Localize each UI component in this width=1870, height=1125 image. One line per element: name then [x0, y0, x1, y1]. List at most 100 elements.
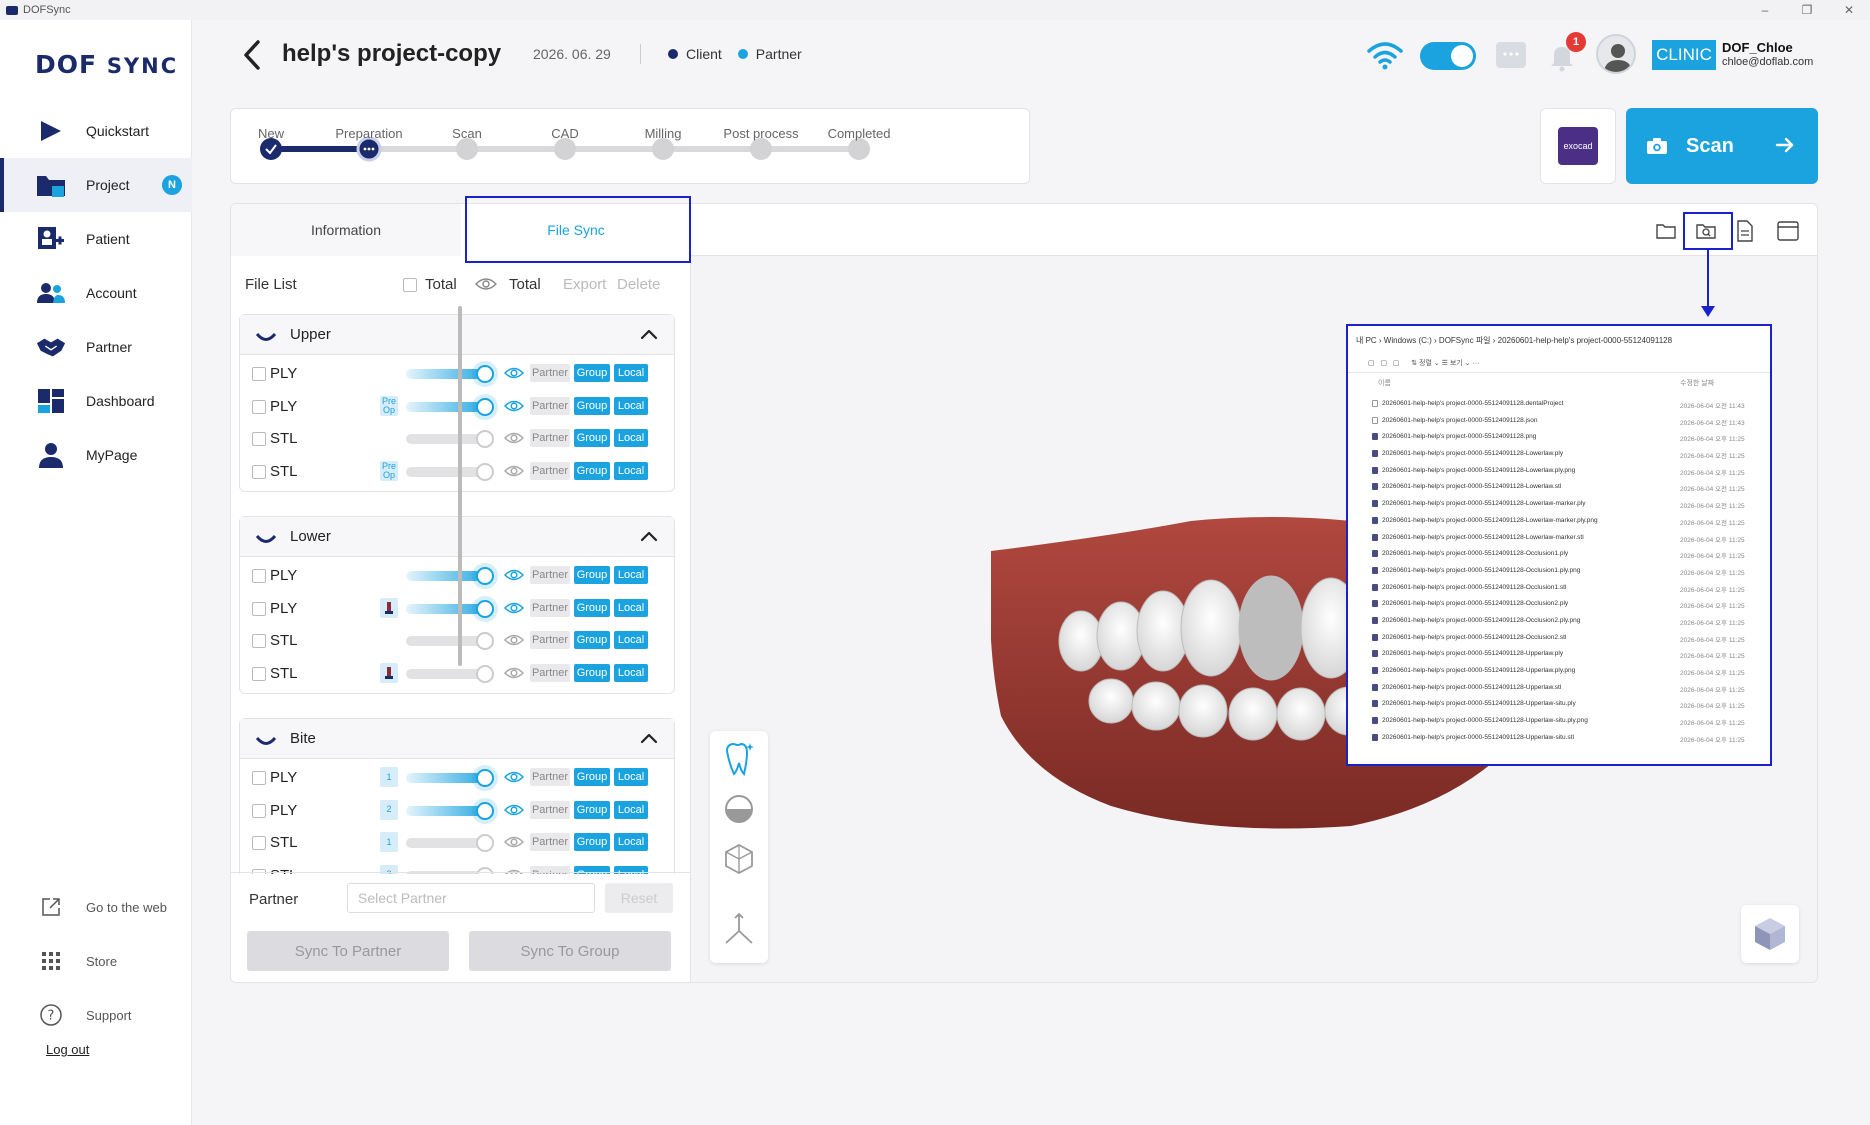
- group-sync-button[interactable]: Group: [574, 800, 610, 819]
- sync-to-group-button[interactable]: Sync To Group: [469, 931, 671, 971]
- sidebar-item-dashboard[interactable]: Dashboard: [0, 374, 192, 428]
- partner-sync-button[interactable]: Partner: [530, 833, 570, 851]
- back-arrow-icon[interactable]: [240, 38, 264, 72]
- file-checkbox[interactable]: [252, 666, 266, 681]
- visibility-slider[interactable]: [406, 769, 494, 787]
- axis-icon[interactable]: [723, 911, 755, 947]
- close-icon[interactable]: ✕: [1828, 0, 1870, 20]
- eye-icon[interactable]: [503, 601, 525, 619]
- group-sync-button[interactable]: Group: [574, 566, 610, 584]
- partner-sync-button[interactable]: Partner: [530, 429, 570, 447]
- local-sync-button[interactable]: Local: [614, 598, 648, 617]
- local-sync-button[interactable]: Local: [614, 663, 648, 682]
- file-list-scrollbar[interactable]: [458, 306, 462, 666]
- file-checkbox[interactable]: [252, 432, 266, 446]
- file-checkbox[interactable]: [252, 771, 266, 785]
- group-header[interactable]: Lower: [240, 517, 674, 557]
- eye-icon[interactable]: [503, 431, 525, 449]
- visibility-slider[interactable]: [406, 430, 494, 448]
- sync-to-partner-button[interactable]: Sync To Partner: [247, 931, 449, 971]
- eye-icon[interactable]: [503, 633, 525, 651]
- step-dot-cad[interactable]: [554, 138, 576, 160]
- slider-knob[interactable]: [476, 430, 494, 448]
- sidebar-item-account[interactable]: Account: [0, 266, 192, 320]
- tab-information[interactable]: Information: [231, 204, 461, 256]
- sidebar-item-partner[interactable]: Partner: [0, 320, 192, 374]
- exocad-button[interactable]: exocad: [1540, 108, 1616, 184]
- step-dot-post-process[interactable]: [750, 138, 772, 160]
- file-checkbox[interactable]: [252, 836, 266, 850]
- chevron-up-icon[interactable]: [640, 529, 658, 546]
- logout-link[interactable]: Log out: [46, 1042, 89, 1057]
- eye-icon[interactable]: [503, 399, 525, 417]
- visibility-slider[interactable]: [406, 664, 494, 683]
- sidebar-item-go-to-the-web[interactable]: Go to the web: [0, 880, 192, 934]
- eye-icon[interactable]: [503, 464, 525, 482]
- local-sync-button[interactable]: Local: [614, 364, 648, 382]
- group-sync-button[interactable]: Group: [574, 663, 610, 682]
- visibility-slider[interactable]: [406, 599, 494, 618]
- user-avatar[interactable]: [1596, 34, 1636, 74]
- visibility-slider[interactable]: [406, 397, 494, 416]
- step-dot-new[interactable]: [260, 138, 282, 160]
- local-sync-button[interactable]: Local: [614, 396, 648, 415]
- tooth-ai-icon[interactable]: [723, 741, 755, 777]
- slider-knob[interactable]: [476, 462, 494, 481]
- chevron-up-icon[interactable]: [640, 327, 658, 344]
- partner-sync-button[interactable]: Partner: [530, 800, 570, 819]
- eye-icon[interactable]: [503, 835, 525, 853]
- group-header[interactable]: Bite: [240, 719, 674, 759]
- group-sync-button[interactable]: Group: [574, 461, 610, 480]
- partner-select[interactable]: Select Partner: [347, 883, 595, 913]
- file-checkbox[interactable]: [252, 601, 266, 616]
- sidebar-item-support[interactable]: ? Support: [0, 988, 192, 1042]
- slider-knob[interactable]: [476, 801, 494, 820]
- slider-knob[interactable]: [476, 834, 494, 852]
- export-button[interactable]: Export: [563, 276, 606, 293]
- partner-sync-button[interactable]: Partner: [530, 663, 570, 682]
- dofsync-logo[interactable]: DOF SYNC: [35, 50, 178, 79]
- step-dot-scan[interactable]: [456, 138, 478, 160]
- visibility-slider[interactable]: [406, 834, 494, 852]
- sidebar-item-patient[interactable]: Patient: [0, 212, 192, 266]
- partner-sync-button[interactable]: Partner: [530, 364, 570, 382]
- sidebar-item-mypage[interactable]: MyPage: [0, 428, 192, 482]
- eye-icon[interactable]: [475, 276, 497, 292]
- file-checkbox[interactable]: [252, 803, 266, 818]
- group-sync-button[interactable]: Group: [574, 631, 610, 649]
- visibility-slider[interactable]: [406, 801, 494, 820]
- group-sync-button[interactable]: Group: [574, 768, 610, 786]
- eye-icon[interactable]: [503, 366, 525, 384]
- document-icon[interactable]: [1736, 220, 1754, 242]
- sidebar-item-project[interactable]: Project N: [0, 158, 192, 212]
- sidebar-item-quickstart[interactable]: Quickstart: [0, 104, 192, 158]
- slider-knob[interactable]: [476, 365, 494, 383]
- file-checkbox[interactable]: [252, 569, 266, 583]
- visibility-slider[interactable]: [406, 567, 494, 585]
- sync-toggle[interactable]: [1420, 42, 1476, 70]
- slider-knob[interactable]: [476, 599, 494, 618]
- select-all-checkbox[interactable]: [403, 278, 417, 292]
- slider-knob[interactable]: [476, 664, 494, 683]
- eye-icon[interactable]: [503, 568, 525, 586]
- group-sync-button[interactable]: Group: [574, 833, 610, 851]
- local-sync-button[interactable]: Local: [614, 768, 648, 786]
- group-sync-button[interactable]: Group: [574, 364, 610, 382]
- partner-sync-button[interactable]: Partner: [530, 598, 570, 617]
- step-dot-completed[interactable]: [848, 138, 870, 160]
- chevron-up-icon[interactable]: [640, 731, 658, 748]
- wifi-icon[interactable]: [1366, 40, 1404, 70]
- local-sync-button[interactable]: Local: [614, 429, 648, 447]
- file-checkbox[interactable]: [252, 367, 266, 381]
- scan-button[interactable]: Scan: [1626, 108, 1818, 184]
- local-sync-button[interactable]: Local: [614, 833, 648, 851]
- group-sync-button[interactable]: Group: [574, 396, 610, 415]
- partner-sync-button[interactable]: Partner: [530, 566, 570, 584]
- slider-knob[interactable]: [476, 397, 494, 416]
- partner-sync-button[interactable]: Partner: [530, 768, 570, 786]
- folder-icon[interactable]: [1656, 222, 1676, 240]
- local-sync-button[interactable]: Local: [614, 461, 648, 480]
- group-sync-button[interactable]: Group: [574, 429, 610, 447]
- delete-button[interactable]: Delete: [617, 276, 660, 293]
- eye-icon[interactable]: [503, 770, 525, 788]
